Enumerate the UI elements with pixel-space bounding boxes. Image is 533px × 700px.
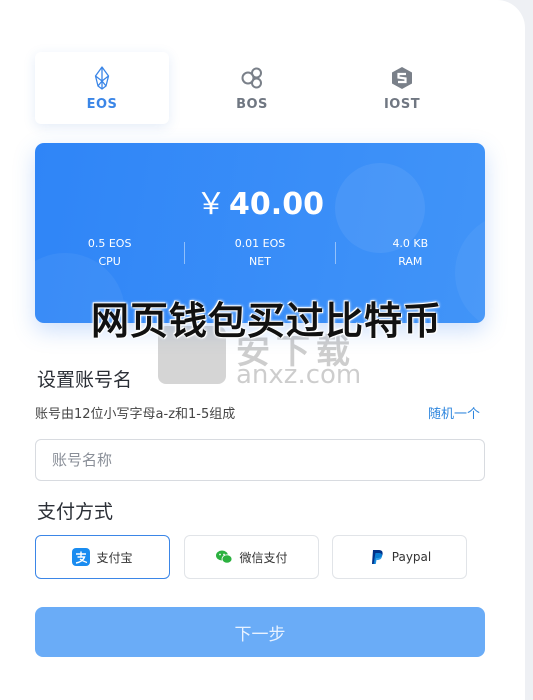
wallet-page: EOS BOS IOST ￥ 40.00 0.5 EOS CPU 0.01 EO… [0, 0, 525, 700]
stat-label: CPU [98, 255, 121, 268]
resource-stats: 0.5 EOS CPU 0.01 EOS NET 4.0 KB RAM [35, 235, 485, 271]
tab-bos-label: BOS [236, 96, 268, 112]
stat-value: 4.0 KB [392, 237, 429, 250]
tab-iost-label: IOST [383, 96, 421, 112]
stat-net: 0.01 EOS NET [185, 235, 334, 271]
stat-ram: 4.0 KB RAM [336, 235, 485, 271]
pay-option-label: 支付宝 [96, 550, 133, 565]
eos-icon [94, 65, 110, 90]
iost-icon [392, 66, 412, 89]
stat-label: NET [249, 255, 271, 268]
stat-label: RAM [398, 255, 423, 268]
balance-amount: ￥ 40.00 [35, 179, 485, 223]
chain-tabs: EOS BOS IOST [35, 52, 487, 124]
alipay-icon [72, 548, 91, 566]
watermark-text: anxz.com [236, 360, 362, 390]
pay-option-paypal[interactable]: Paypal [332, 535, 467, 579]
account-section-title: 设置账号名 [37, 369, 133, 391]
tab-bos[interactable]: BOS [185, 52, 319, 124]
stat-cpu: 0.5 EOS CPU [35, 235, 184, 271]
payment-section-title: 支付方式 [37, 501, 114, 523]
pay-option-label: 微信支付 [239, 550, 288, 565]
tab-eos[interactable]: EOS [35, 52, 169, 124]
account-name-field[interactable] [35, 439, 485, 481]
payment-options: 支付宝 微信支付 Paypal [35, 535, 485, 579]
pay-option-wechat[interactable]: 微信支付 [184, 535, 319, 579]
stat-value: 0.5 EOS [87, 237, 132, 250]
currency-symbol: ￥ [196, 187, 227, 222]
tab-eos-label: EOS [86, 96, 118, 112]
account-name-input[interactable] [50, 440, 474, 480]
wechat-pay-icon [216, 550, 233, 564]
paypal-icon [371, 550, 383, 564]
account-hint: 账号由12位小写字母a-z和1-5组成 [35, 407, 236, 422]
next-step-button[interactable]: 下一步 [35, 607, 485, 657]
tab-iost[interactable]: IOST [335, 52, 469, 124]
bos-icon [241, 67, 262, 88]
pay-option-alipay[interactable]: 支付宝 [35, 535, 170, 579]
stat-value: 0.01 EOS [234, 237, 286, 250]
balance-value: 40.00 [229, 187, 324, 222]
pay-option-label: Paypal [391, 550, 432, 564]
overlay-caption: 网页钱包买过比特币 [90, 299, 442, 343]
random-account-link[interactable]: 随机一个 [428, 403, 480, 422]
